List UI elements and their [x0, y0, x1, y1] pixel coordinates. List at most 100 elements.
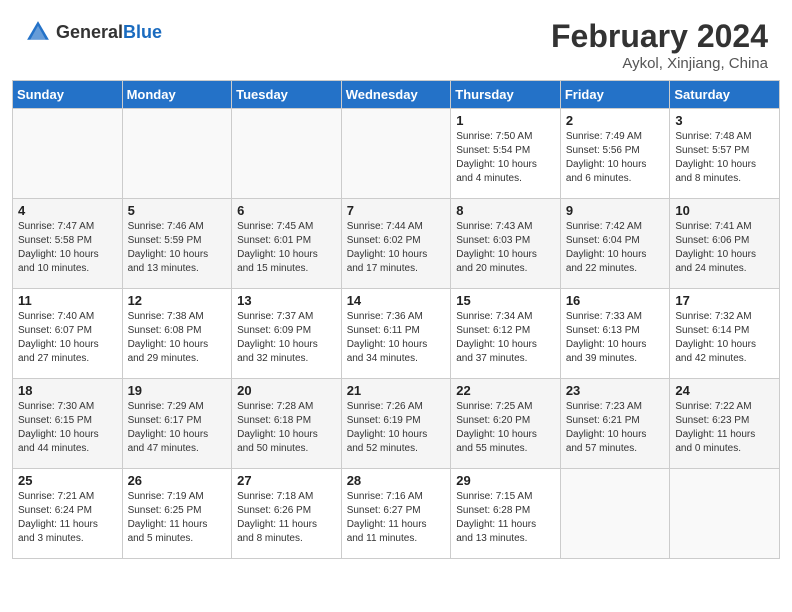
day-info: Sunrise: 7:29 AM Sunset: 6:17 PM Dayligh… [128, 400, 227, 456]
day-info: Sunrise: 7:28 AM Sunset: 6:18 PM Dayligh… [237, 400, 336, 456]
page-header: GeneralBlue February 2024 Aykol, Xinjian… [0, 0, 792, 80]
day-number: 24 [675, 383, 774, 398]
day-info: Sunrise: 7:44 AM Sunset: 6:02 PM Dayligh… [347, 220, 446, 276]
calendar-cell: 17Sunrise: 7:32 AM Sunset: 6:14 PM Dayli… [670, 289, 780, 379]
day-number: 14 [347, 293, 446, 308]
day-info: Sunrise: 7:30 AM Sunset: 6:15 PM Dayligh… [18, 400, 117, 456]
calendar-cell [13, 109, 123, 199]
day-number: 15 [456, 293, 555, 308]
day-number: 12 [128, 293, 227, 308]
calendar-cell: 15 Sunrise: 7:34 AM Sunset: 6:12 PM Dayli… [451, 289, 561, 379]
day-number: 9 [566, 203, 665, 218]
day-info: Sunrise: 7:23 AM Sunset: 6:21 PM Dayligh… [566, 400, 665, 456]
day-info: Sunrise: 7:49 AM Sunset: 5:56 PM Dayligh… [566, 130, 665, 186]
day-number: 22 [456, 383, 555, 398]
calendar-cell: 3 Sunrise: 7:48 AM Sunset: 5:57 PM Daylig… [670, 109, 780, 199]
calendar-cell: 16 Sunrise: 7:33 AM Sunset: 6:13 PM Dayli… [560, 289, 670, 379]
calendar-cell: 19 Sunrise: 7:29 AM Sunset: 6:17 PM Dayli… [122, 379, 232, 469]
location: Aykol, Xinjiang, China [551, 55, 768, 72]
day-number: 6 [237, 203, 336, 218]
calendar-cell [670, 469, 780, 559]
header-day: Saturday [670, 81, 780, 109]
day-info: Sunrise: 7:19 AM Sunset: 6:25 PM Dayligh… [128, 490, 227, 546]
day-number: 23 [566, 383, 665, 398]
calendar-cell: 4 Sunrise: 7:47 AM Sunset: 5:58 PM Daylig… [13, 199, 123, 289]
logo: GeneralBlue [24, 18, 162, 46]
day-info: Sunrise: 7:41 AM Sunset: 6:06 PM Dayligh… [675, 220, 774, 276]
header-day: Monday [122, 81, 232, 109]
calendar-week: 4 Sunrise: 7:47 AM Sunset: 5:58 PM Daylig… [13, 199, 780, 289]
day-number: 10 [675, 203, 774, 218]
calendar-cell: 21Sunrise: 7:26 AM Sunset: 6:19 PM Dayli… [341, 379, 451, 469]
day-number: 2 [566, 113, 665, 128]
day-info: Sunrise: 7:33 AM Sunset: 6:13 PM Dayligh… [566, 310, 665, 366]
calendar-cell: 10 Sunrise: 7:41 AM Sunset: 6:06 PM Dayli… [670, 199, 780, 289]
calendar-week: 1 Sunrise: 7:50 AM Sunset: 5:54 PM Daylig… [13, 109, 780, 199]
calendar-cell: 23 Sunrise: 7:23 AM Sunset: 6:21 PM Dayli… [560, 379, 670, 469]
day-number: 28 [347, 473, 446, 488]
logo-blue: Blue [123, 22, 162, 42]
header-row: SundayMondayTuesdayWednesdayThursdayFrid… [13, 81, 780, 109]
calendar-week: 25 Sunrise: 7:21 AM Sunset: 6:24 PM Dayli… [13, 469, 780, 559]
day-info: Sunrise: 7:21 AM Sunset: 6:24 PM Dayligh… [18, 490, 117, 546]
day-info: Sunrise: 7:37 AM Sunset: 6:09 PM Dayligh… [237, 310, 336, 366]
day-info: Sunrise: 7:18 AM Sunset: 6:26 PM Dayligh… [237, 490, 336, 546]
calendar-cell: 14 Sunrise: 7:36 AM Sunset: 6:11 PM Dayli… [341, 289, 451, 379]
calendar-cell: 24 Sunrise: 7:22 AM Sunset: 6:23 PM Dayli… [670, 379, 780, 469]
day-info: Sunrise: 7:48 AM Sunset: 5:57 PM Dayligh… [675, 130, 774, 186]
day-info: Sunrise: 7:46 AM Sunset: 5:59 PM Dayligh… [128, 220, 227, 276]
day-info: Sunrise: 7:43 AM Sunset: 6:03 PM Dayligh… [456, 220, 555, 276]
day-info: Sunrise: 7:38 AM Sunset: 6:08 PM Dayligh… [128, 310, 227, 366]
day-number: 13 [237, 293, 336, 308]
day-info: Sunrise: 7:34 AM Sunset: 6:12 PM Dayligh… [456, 310, 555, 366]
day-info: Sunrise: 7:50 AM Sunset: 5:54 PM Dayligh… [456, 130, 555, 186]
calendar-body: 1 Sunrise: 7:50 AM Sunset: 5:54 PM Daylig… [13, 109, 780, 559]
day-info: Sunrise: 7:47 AM Sunset: 5:58 PM Dayligh… [18, 220, 117, 276]
calendar-cell: 20Sunrise: 7:28 AM Sunset: 6:18 PM Dayli… [232, 379, 342, 469]
day-info: Sunrise: 7:15 AM Sunset: 6:28 PM Dayligh… [456, 490, 555, 546]
calendar-cell: 2 Sunrise: 7:49 AM Sunset: 5:56 PM Daylig… [560, 109, 670, 199]
calendar-cell: 29Sunrise: 7:15 AM Sunset: 6:28 PM Dayli… [451, 469, 561, 559]
day-number: 7 [347, 203, 446, 218]
calendar-cell: 12 Sunrise: 7:38 AM Sunset: 6:08 PM Dayli… [122, 289, 232, 379]
calendar-cell: 8 Sunrise: 7:43 AM Sunset: 6:03 PM Daylig… [451, 199, 561, 289]
logo-icon [24, 18, 52, 46]
day-info: Sunrise: 7:36 AM Sunset: 6:11 PM Dayligh… [347, 310, 446, 366]
calendar-header: SundayMondayTuesdayWednesdayThursdayFrid… [13, 81, 780, 109]
day-number: 26 [128, 473, 227, 488]
calendar-table: SundayMondayTuesdayWednesdayThursdayFrid… [12, 80, 780, 559]
calendar-cell: 18Sunrise: 7:30 AM Sunset: 6:15 PM Dayli… [13, 379, 123, 469]
calendar-cell: 26 Sunrise: 7:19 AM Sunset: 6:25 PM Dayli… [122, 469, 232, 559]
day-info: Sunrise: 7:26 AM Sunset: 6:19 PM Dayligh… [347, 400, 446, 456]
calendar-cell [232, 109, 342, 199]
calendar-cell [341, 109, 451, 199]
day-number: 27 [237, 473, 336, 488]
calendar-cell: 1 Sunrise: 7:50 AM Sunset: 5:54 PM Daylig… [451, 109, 561, 199]
header-day: Thursday [451, 81, 561, 109]
day-number: 5 [128, 203, 227, 218]
header-day: Sunday [13, 81, 123, 109]
day-number: 16 [566, 293, 665, 308]
calendar-week: 11 Sunrise: 7:40 AM Sunset: 6:07 PM Dayli… [13, 289, 780, 379]
day-number: 19 [128, 383, 227, 398]
calendar-cell: 27 Sunrise: 7:18 AM Sunset: 6:26 PM Dayli… [232, 469, 342, 559]
header-day: Tuesday [232, 81, 342, 109]
day-info: Sunrise: 7:16 AM Sunset: 6:27 PM Dayligh… [347, 490, 446, 546]
day-info: Sunrise: 7:40 AM Sunset: 6:07 PM Dayligh… [18, 310, 117, 366]
day-number: 4 [18, 203, 117, 218]
calendar-cell: 9Sunrise: 7:42 AM Sunset: 6:04 PM Daylig… [560, 199, 670, 289]
calendar-cell: 25 Sunrise: 7:21 AM Sunset: 6:24 PM Dayli… [13, 469, 123, 559]
logo-text: GeneralBlue [56, 22, 162, 43]
calendar-cell [122, 109, 232, 199]
day-number: 11 [18, 293, 117, 308]
calendar-week: 18Sunrise: 7:30 AM Sunset: 6:15 PM Dayli… [13, 379, 780, 469]
day-number: 3 [675, 113, 774, 128]
header-day: Friday [560, 81, 670, 109]
day-info: Sunrise: 7:25 AM Sunset: 6:20 PM Dayligh… [456, 400, 555, 456]
month-year: February 2024 [551, 18, 768, 55]
day-number: 1 [456, 113, 555, 128]
day-info: Sunrise: 7:22 AM Sunset: 6:23 PM Dayligh… [675, 400, 774, 456]
day-number: 25 [18, 473, 117, 488]
day-number: 8 [456, 203, 555, 218]
calendar-cell: 28 Sunrise: 7:16 AM Sunset: 6:27 PM Dayli… [341, 469, 451, 559]
